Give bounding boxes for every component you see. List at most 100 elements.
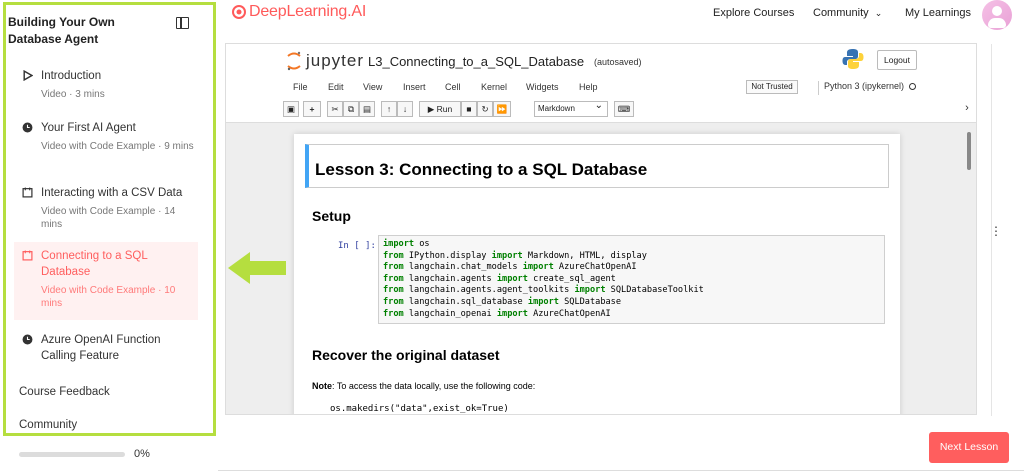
code-line: from langchain_openai import AzureChatOp… [383,308,611,319]
save-button[interactable]: ▣ [283,101,299,117]
code-line: from IPython.display import Markdown, HT… [383,250,647,261]
menu-file[interactable]: File [293,82,308,92]
deeplearning-logo-icon [232,5,246,19]
menu-help[interactable]: Help [579,82,598,92]
python-logo-icon [842,49,864,69]
note-text: : To access the data locally, use the fo… [332,381,536,391]
run-label: Run [436,104,453,114]
recover-dataset-heading: Recover the original dataset [312,347,500,363]
stop-icon: ■ [466,104,472,114]
trust-status-button[interactable]: Not Trusted [746,80,798,94]
next-lesson-button[interactable]: Next Lesson [929,432,1009,463]
scrollbar-thumb[interactable] [967,132,971,170]
user-avatar[interactable] [982,0,1012,30]
code-line: from langchain.chat_models import AzureC… [383,262,637,273]
lesson-title: Connecting to a SQL Database [41,250,148,278]
restart-button[interactable]: ↻ [477,101,493,117]
green-arrow-annotation-icon [228,252,286,284]
code-line: from langchain.agents import create_sql_… [383,273,616,284]
lesson-item-sql-database[interactable]: Connecting to a SQL Database Video with … [14,242,198,320]
logout-button[interactable]: Logout [877,50,917,70]
interrupt-button[interactable]: ■ [461,101,477,117]
run-button[interactable]: ▶ Run [419,101,461,117]
move-up-button[interactable]: ↑ [381,101,397,117]
course-feedback-link[interactable]: Course Feedback [19,386,110,398]
autosave-status: (autosaved) [594,57,642,67]
play-icon: ▶ [427,103,437,114]
jupyter-wordmark: jupyter [306,51,365,70]
more-options-icon[interactable]: ⋮ [990,224,1002,238]
community-label: Community [813,7,869,19]
menu-edit[interactable]: Edit [328,82,344,92]
notebook-icon [22,187,33,198]
arrow-up-icon: ↑ [386,104,392,114]
menu-kernel[interactable]: Kernel [481,82,507,92]
lesson-item-azure-function-calling[interactable]: Azure OpenAI Function Calling Feature [14,326,198,370]
jupyter-header: jupyter L3_Connecting_to_a_SQL_Database … [226,44,976,123]
jupyter-notebook-frame: jupyter L3_Connecting_to_a_SQL_Database … [225,43,977,415]
course-progress-bar [19,452,125,457]
plus-icon: + [309,104,315,114]
menu-cell[interactable]: Cell [445,82,461,92]
community-link[interactable]: Community [19,419,77,431]
course-title: Building Your Own Database Agent [8,15,115,46]
bottom-scrollbar-track [218,470,1024,471]
jupyter-logo[interactable]: jupyter [286,51,364,71]
lesson-meta: Video with Code Example · 10 mins [41,285,176,309]
lesson-meta: Video · 3 mins [41,89,105,100]
sidebar-toggle-icon[interactable] [176,17,189,29]
course-sidebar: Building Your Own Database Agent Introdu… [0,0,218,476]
notebook-body: Lesson 3: Connecting to a SQL Database S… [294,134,900,414]
code-line: from langchain.sql_database import SQLDa… [383,296,622,307]
menu-widgets[interactable]: Widgets [526,82,559,92]
notebook-name[interactable]: L3_Connecting_to_a_SQL_Database [368,54,584,69]
menu-view[interactable]: View [363,82,382,92]
restart-run-all-button[interactable]: ⏩ [493,101,511,117]
insert-cell-button[interactable]: + [303,101,321,117]
copy-button[interactable]: ⧉ [343,101,359,117]
kernel-name: Python 3 (ipykernel) [824,81,905,91]
restart-icon: ↻ [481,103,489,114]
my-learnings-link[interactable]: My Learnings [905,7,971,19]
lesson-title: Azure OpenAI Function Calling Feature [41,334,161,362]
keyboard-icon: ⌨ [617,103,631,114]
lesson-title: Your First AI Agent [41,122,136,134]
top-navigation: DeepLearning.AI Explore Courses Communit… [218,0,1024,40]
brand-name: DeepLearning.AI [249,3,367,20]
cut-button[interactable]: ✂ [327,101,343,117]
lesson-item-csv-data[interactable]: Interacting with a CSV Data Video with C… [14,179,198,237]
jupyter-logo-icon [287,51,301,71]
kernel-indicator: Python 3 (ipykernel) [818,81,917,95]
progress-label: 0% [134,448,150,460]
code-line: from langchain.agents.agent_toolkits imp… [383,285,704,296]
notebook-scrollbar[interactable] [964,120,974,413]
clock-icon [22,334,33,345]
kernel-idle-icon [909,83,917,90]
lesson-meta: Video with Code Example · 9 mins [41,141,194,152]
move-down-button[interactable]: ↓ [397,101,413,117]
markdown-cell-selected[interactable]: Lesson 3: Connecting to a SQL Database [305,144,889,188]
lesson-title: Interacting with a CSV Data [41,187,183,199]
play-icon [23,70,33,81]
explore-courses-link[interactable]: Explore Courses [713,7,794,19]
app-root: Building Your Own Database Agent Introdu… [0,0,1024,476]
note-bold: Note [312,381,332,391]
cell-type-select[interactable]: Markdown [534,99,608,117]
copy-icon: ⧉ [347,103,355,114]
menu-insert[interactable]: Insert [403,82,426,92]
lesson-item-first-agent[interactable]: Your First AI Agent Video with Code Exam… [14,114,198,159]
scissors-icon: ✂ [331,103,339,114]
input-prompt: In [ ]: [338,241,376,251]
lesson-title: Introduction [41,70,102,82]
command-palette-button[interactable]: ⌨ [614,101,634,117]
code-cell[interactable]: import os from IPython.display import Mar… [378,235,885,324]
paste-button[interactable]: ▤ [359,101,375,117]
fast-forward-icon: ⏩ [496,103,508,114]
makedirs-code: os.makedirs("data",exist_ok=True) [330,404,509,414]
paste-icon: ▤ [362,103,372,114]
chevron-right-icon[interactable]: › [958,102,976,120]
lesson-item-introduction[interactable]: Introduction Video · 3 mins [14,62,198,107]
brand-logo[interactable]: DeepLearning.AI [232,3,366,21]
community-menu[interactable]: Community ⌄ [813,7,882,19]
chevron-down-icon: ⌄ [874,8,883,18]
